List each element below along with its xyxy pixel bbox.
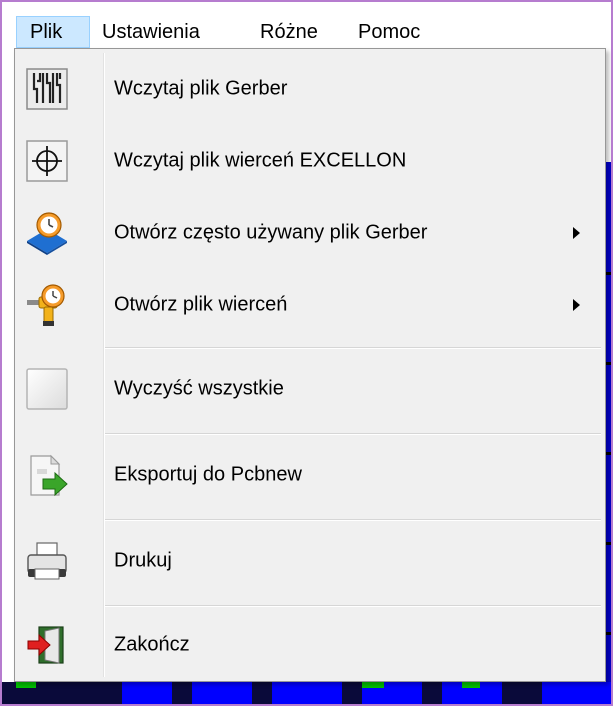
- exit-door-icon: [25, 623, 69, 667]
- menu-item-label: Otwórz często używany plik Gerber: [114, 221, 428, 244]
- canvas-right-edge: [606, 162, 611, 682]
- drill-target-icon: [25, 139, 69, 183]
- menu-item-label: Wczytaj plik wierceń EXCELLON: [114, 149, 407, 172]
- menu-plik[interactable]: Plik: [16, 16, 90, 48]
- menu-item-recent-drill[interactable]: Otwórz plik wierceń: [17, 269, 603, 341]
- app-window: Plik Ustawienia Różne Pomoc Wczytaj plik…: [0, 0, 613, 706]
- menu-rozne-label: Różne: [260, 20, 318, 43]
- printer-icon: [25, 539, 69, 583]
- menu-rozne[interactable]: Różne: [260, 16, 318, 48]
- recent-gerber-icon: [25, 211, 69, 255]
- gerber-file-icon: [25, 67, 69, 111]
- menu-item-load-excellon[interactable]: Wczytaj plik wierceń EXCELLON: [17, 125, 603, 197]
- submenu-arrow-icon: [573, 227, 580, 239]
- menu-item-label: Zakończ: [114, 633, 190, 656]
- menu-bar: Plik Ustawienia Różne Pomoc: [2, 2, 611, 48]
- export-pcbnew-icon: [25, 453, 69, 497]
- recent-drill-icon: [25, 283, 69, 327]
- clear-all-icon: [25, 367, 69, 411]
- menu-separator: [105, 347, 601, 349]
- menu-item-exit[interactable]: Zakończ: [17, 609, 603, 681]
- menu-separator: [105, 605, 601, 607]
- menu-pomoc-label: Pomoc: [358, 20, 421, 43]
- canvas-bottom-edge: [2, 682, 611, 704]
- menu-pomoc[interactable]: Pomoc: [358, 16, 420, 48]
- file-menu-dropdown: Wczytaj plik Gerber Wczytaj plik wierceń…: [14, 48, 606, 682]
- menu-ustawienia[interactable]: Ustawienia: [102, 16, 200, 48]
- menu-item-print[interactable]: Drukuj: [17, 525, 603, 597]
- menu-item-label: Wczytaj plik Gerber: [114, 77, 288, 100]
- menu-ustawienia-label: Ustawienia: [102, 20, 200, 43]
- menu-item-recent-gerber[interactable]: Otwórz często używany plik Gerber: [17, 197, 603, 269]
- menu-item-export-pcbnew[interactable]: Eksportuj do Pcbnew: [17, 439, 603, 511]
- menu-separator: [105, 433, 601, 435]
- menu-item-label: Wyczyść wszystkie: [114, 377, 284, 400]
- menu-item-label: Otwórz plik wierceń: [114, 293, 288, 316]
- menu-item-clear-all[interactable]: Wyczyść wszystkie: [17, 353, 603, 425]
- menu-plik-label: Plik: [30, 20, 63, 43]
- menu-separator: [105, 519, 601, 521]
- menu-item-label: Drukuj: [114, 549, 172, 572]
- menu-item-load-gerber[interactable]: Wczytaj plik Gerber: [17, 53, 603, 125]
- menu-item-label: Eksportuj do Pcbnew: [114, 463, 302, 486]
- submenu-arrow-icon: [573, 299, 580, 311]
